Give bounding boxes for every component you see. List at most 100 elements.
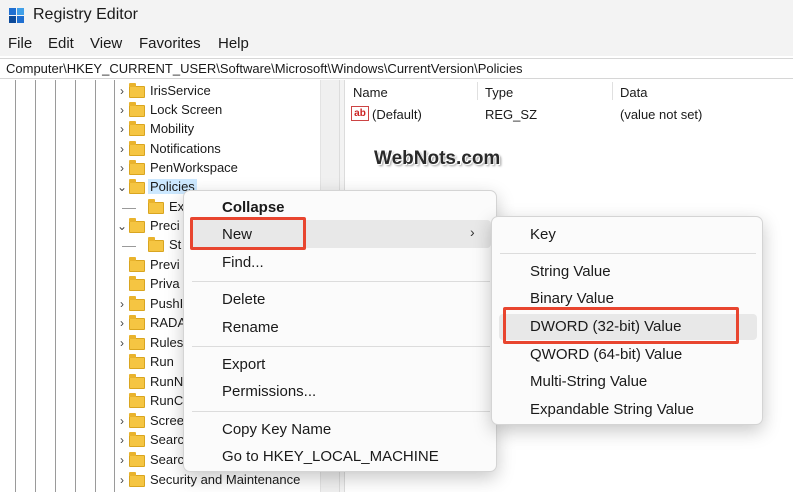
folder-icon [129, 354, 145, 369]
chevron-right-icon[interactable]: › [116, 122, 128, 136]
folder-icon [129, 315, 145, 330]
chevron-right-icon[interactable]: › [116, 84, 128, 98]
tree-item-label: Rules [150, 335, 184, 350]
menu-edit[interactable]: Edit [48, 35, 74, 52]
column-divider[interactable] [612, 82, 613, 100]
string-value-icon: ab [351, 106, 369, 121]
folder-icon [129, 179, 145, 194]
chevron-right-icon[interactable]: › [116, 453, 128, 467]
folder-icon [148, 237, 164, 252]
tree-item-label: St [169, 237, 182, 252]
window-title: Registry Editor [33, 6, 138, 23]
folder-icon [129, 218, 145, 233]
folder-icon [148, 199, 164, 214]
menu-item-delete[interactable]: Delete [222, 291, 265, 308]
folder-icon [129, 276, 145, 291]
tree-item-label: Ex [169, 199, 185, 214]
chevron-right-icon[interactable]: › [116, 161, 128, 175]
tree-item-label: RunC [150, 393, 184, 408]
tree-item-label: Searc [150, 432, 184, 447]
column-header-data[interactable]: Data [620, 85, 647, 100]
chevron-right-icon: › [470, 224, 475, 240]
tree-item-label: Scree [150, 413, 184, 428]
menu-bar: File Edit View Favorites Help [0, 32, 793, 56]
menu-item-string-value[interactable]: String Value [530, 263, 611, 280]
folder-icon [129, 160, 145, 175]
chevron-right-icon[interactable]: › [116, 142, 128, 156]
menu-favorites[interactable]: Favorites [139, 35, 201, 52]
menu-item-export[interactable]: Export [222, 356, 265, 373]
menu-item-key[interactable]: Key [530, 226, 556, 243]
column-divider[interactable] [477, 82, 478, 100]
folder-icon [129, 452, 145, 467]
tree-connector [122, 208, 136, 209]
folder-icon [129, 472, 145, 487]
tree-guide-line [15, 80, 16, 492]
value-data: (value not set) [620, 107, 703, 122]
highlight-box [503, 307, 739, 344]
tree-guide-line [35, 80, 36, 492]
tree-connector [122, 246, 136, 247]
folder-icon [129, 413, 145, 428]
menu-help[interactable]: Help [218, 35, 249, 52]
tree-item-label: PushI [150, 296, 184, 311]
menu-separator [500, 253, 756, 254]
folder-icon [129, 296, 145, 311]
tree-item-label: Mobility [150, 121, 195, 136]
tree-guide-line [95, 80, 96, 492]
menu-item-collapse[interactable]: Collapse [222, 199, 285, 216]
menu-separator [192, 281, 490, 282]
folder-icon [129, 432, 145, 447]
column-header-name[interactable]: Name [353, 85, 388, 100]
column-header-type[interactable]: Type [485, 85, 513, 100]
chevron-right-icon[interactable]: › [116, 103, 128, 117]
address-path[interactable]: Computer\HKEY_CURRENT_USER\Software\Micr… [6, 61, 523, 76]
folder-icon [129, 374, 145, 389]
tree-item-label: Priva [150, 276, 180, 291]
folder-icon [129, 121, 145, 136]
chevron-down-icon[interactable]: ⌄ [116, 219, 128, 233]
chevron-right-icon[interactable]: › [116, 316, 128, 330]
value-name[interactable]: (Default) [372, 107, 422, 122]
watermark: WebNots.com [374, 148, 501, 169]
chevron-right-icon[interactable]: › [116, 433, 128, 447]
folder-icon [129, 393, 145, 408]
chevron-right-icon[interactable]: › [116, 297, 128, 311]
chevron-right-icon[interactable]: › [116, 414, 128, 428]
tree-item-label: Security and Maintenance [150, 472, 301, 487]
tree-item-label: Run [150, 354, 174, 369]
folder-icon [129, 102, 145, 117]
menu-item-rename[interactable]: Rename [222, 319, 279, 336]
tree-item-label: IrisService [150, 83, 211, 98]
menu-file[interactable]: File [8, 35, 32, 52]
menu-item-goto-hklm[interactable]: Go to HKEY_LOCAL_MACHINE [222, 448, 439, 465]
menu-item-qword-value[interactable]: QWORD (64-bit) Value [530, 346, 682, 363]
tree-item-label: Lock Screen [150, 102, 223, 117]
highlight-box [190, 217, 306, 250]
tree-guide-line [55, 80, 56, 492]
menu-separator [192, 346, 490, 347]
menu-item-permissions[interactable]: Permissions... [222, 383, 316, 400]
menu-item-copy-key-name[interactable]: Copy Key Name [222, 421, 331, 438]
tree-item-label: RADA [150, 315, 187, 330]
chevron-down-icon[interactable]: ⌄ [116, 180, 128, 194]
menu-item-multi-string-value[interactable]: Multi-String Value [530, 373, 647, 390]
tree-item-label: RunN [150, 374, 184, 389]
menu-view[interactable]: View [90, 35, 122, 52]
value-type: REG_SZ [485, 107, 538, 122]
chevron-right-icon[interactable]: › [116, 336, 128, 350]
tree-guide-line [75, 80, 76, 492]
address-bar[interactable]: Computer\HKEY_CURRENT_USER\Software\Micr… [0, 58, 793, 79]
chevron-right-icon[interactable]: › [116, 473, 128, 487]
folder-icon [129, 83, 145, 98]
tree-item-label: PenWorkspace [150, 160, 238, 175]
menu-item-expandable-string-value[interactable]: Expandable String Value [530, 401, 694, 418]
menu-separator [192, 411, 490, 412]
folder-icon [129, 141, 145, 156]
menu-item-find[interactable]: Find... [222, 254, 264, 271]
tree-item-label: Preci [150, 218, 180, 233]
folder-icon [129, 335, 145, 350]
folder-icon [129, 257, 145, 272]
tree-item-label: Searc [150, 452, 184, 467]
menu-item-binary-value[interactable]: Binary Value [530, 290, 614, 307]
